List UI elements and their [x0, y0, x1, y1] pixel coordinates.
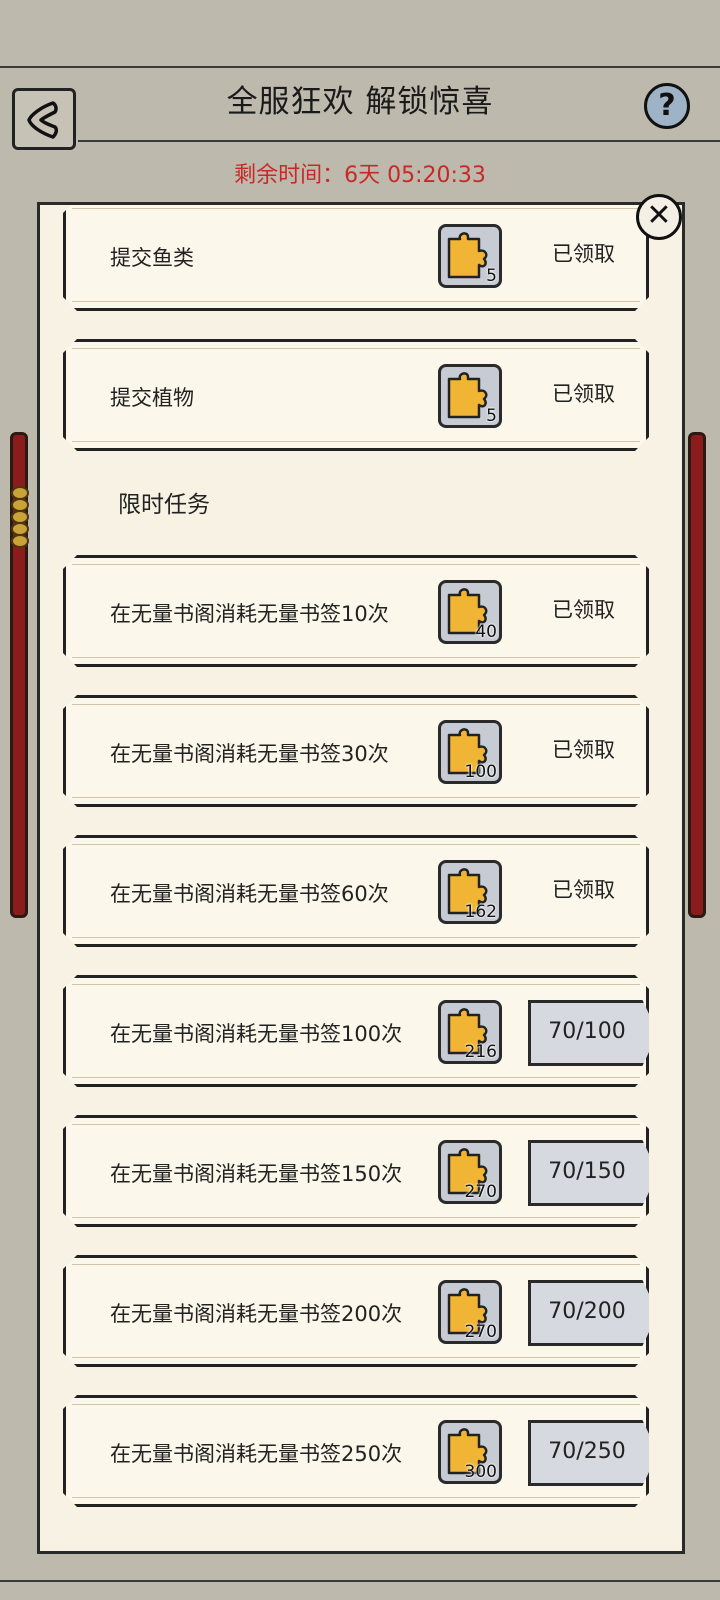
claimed-status: 已领取 [552, 598, 615, 622]
reward-badge: 40 [438, 580, 502, 644]
reward-badge: 5 [438, 224, 502, 288]
progress-button[interactable]: 70/200 [528, 1280, 658, 1346]
claimed-status: 已领取 [552, 242, 615, 266]
reward-badge: 216 [438, 1000, 502, 1064]
task-row: 在无量书阁消耗无量书签10次 40 已领取 [63, 555, 649, 667]
task-row: 在无量书阁消耗无量书签150次 270 70/150 [63, 1115, 649, 1227]
task-row: 在无量书阁消耗无量书签100次 216 70/100 [63, 975, 649, 1087]
reward-amount: 100 [464, 762, 497, 782]
reward-badge: 162 [438, 860, 502, 924]
reward-badge: 270 [438, 1140, 502, 1204]
reward-amount: 5 [486, 266, 497, 286]
reward-badge: 270 [438, 1280, 502, 1344]
task-label: 在无量书阁消耗无量书签10次 [110, 602, 389, 626]
task-label: 在无量书阁消耗无量书签100次 [110, 1022, 403, 1046]
section-title-limited-tasks: 限时任务 [118, 492, 210, 518]
help-button[interactable]: ? [644, 83, 690, 129]
progress-button[interactable]: 70/150 [528, 1140, 658, 1206]
task-row: 提交鱼类 5 已领取 [63, 202, 649, 311]
reward-badge: 300 [438, 1420, 502, 1484]
remaining-time: 剩余时间：6天 05:20:33 [234, 163, 486, 188]
task-panel[interactable]: 提交鱼类 5 已领取 提交植物 5 已领取 限时任务 在无量书阁消耗无量书签10… [37, 202, 685, 1554]
task-label: 提交鱼类 [110, 246, 194, 270]
close-icon: ✕ [646, 198, 672, 233]
claimed-status: 已领取 [552, 878, 615, 902]
reward-amount: 270 [464, 1322, 497, 1342]
reward-amount: 216 [464, 1042, 497, 1062]
task-label: 在无量书阁消耗无量书签60次 [110, 882, 389, 906]
close-button[interactable]: ✕ [636, 194, 682, 240]
task-label: 在无量书阁消耗无量书签150次 [110, 1162, 403, 1186]
reward-amount: 162 [464, 902, 497, 922]
right-scroll-rod [688, 432, 706, 918]
task-row: 在无量书阁消耗无量书签60次 162 已领取 [63, 835, 649, 947]
reward-amount: 270 [464, 1182, 497, 1202]
task-label: 提交植物 [110, 386, 194, 410]
question-mark-icon: ? [658, 88, 676, 123]
task-row: 在无量书阁消耗无量书签30次 100 已领取 [63, 695, 649, 807]
progress-button[interactable]: 70/100 [528, 1000, 658, 1066]
reward-amount: 300 [464, 1462, 497, 1482]
coin-stack-icon [11, 486, 29, 548]
reward-amount: 40 [475, 622, 497, 642]
task-row: 提交植物 5 已领取 [63, 339, 649, 451]
reward-badge: 100 [438, 720, 502, 784]
divider-line [0, 1580, 720, 1582]
divider-line [0, 66, 720, 68]
task-label: 在无量书阁消耗无量书签250次 [110, 1442, 403, 1466]
task-label: 在无量书阁消耗无量书签200次 [110, 1302, 403, 1326]
reward-badge: 5 [438, 364, 502, 428]
task-label: 在无量书阁消耗无量书签30次 [110, 742, 389, 766]
task-row: 在无量书阁消耗无量书签250次 300 70/250 [63, 1395, 649, 1507]
divider-line [78, 140, 720, 142]
task-row: 在无量书阁消耗无量书签200次 270 70/200 [63, 1255, 649, 1367]
progress-button[interactable]: 70/250 [528, 1420, 658, 1486]
page-title: 全服狂欢 解锁惊喜 [226, 84, 494, 120]
reward-amount: 5 [486, 406, 497, 426]
claimed-status: 已领取 [552, 382, 615, 406]
claimed-status: 已领取 [552, 738, 615, 762]
